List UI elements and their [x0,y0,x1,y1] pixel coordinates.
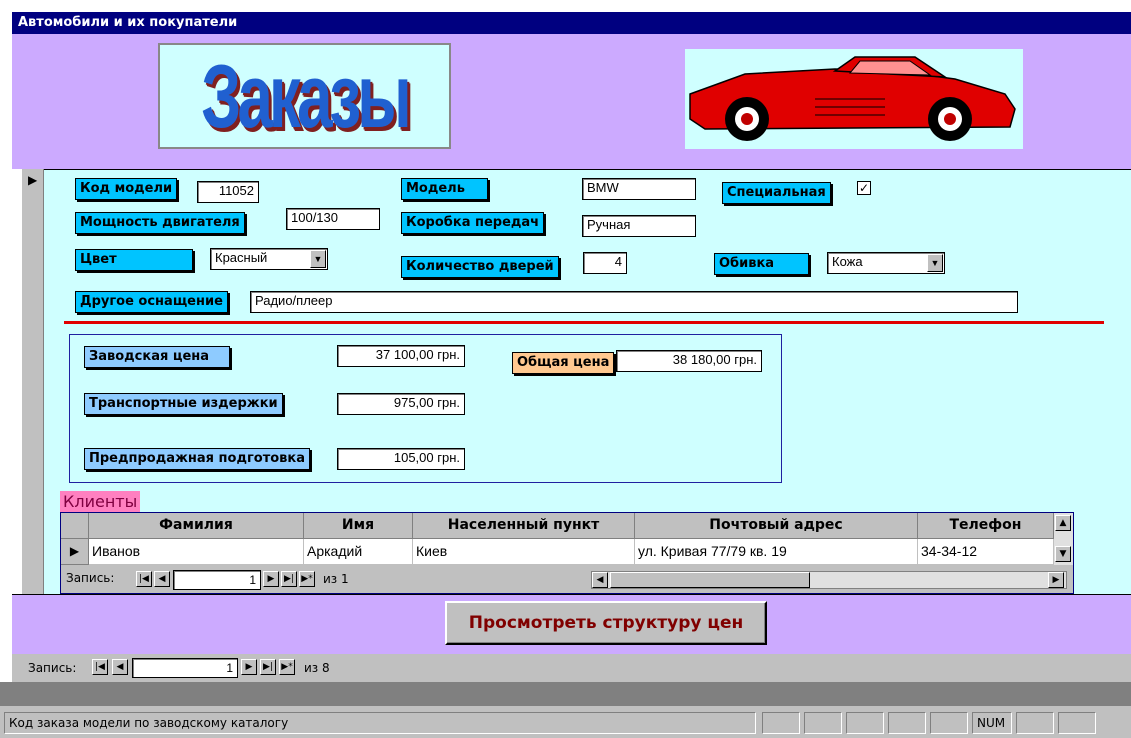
color-dropdown-button[interactable]: ▼ [310,250,326,268]
subform-record-number[interactable]: 1 [173,570,261,590]
gearbox-label: Коробка передач [401,212,545,234]
main-last-record-button[interactable]: ▶| [260,659,276,675]
scroll-right-button[interactable]: ▶ [1048,572,1064,588]
special-label: Специальная [722,182,831,204]
factory-price-field[interactable]: 37 100,00 грн. [337,345,465,367]
column-header[interactable]: Телефон [918,513,1054,539]
current-record-icon: ▶ [28,173,38,187]
logo-text: Заказы [201,45,412,147]
status-bar: Код заказа модели по заводскому каталогу… [0,706,1131,738]
column-header[interactable]: Фамилия [89,513,304,539]
presale-prep-field[interactable]: 105,00 грн. [337,448,465,470]
main-record-count: из 8 [304,661,330,675]
grid-corner [61,513,89,539]
clients-title: Клиенты [60,491,141,513]
horizontal-scrollbar[interactable]: ◀ ▶ [591,571,1067,589]
color-dropdown[interactable]: Красный ▼ [210,248,328,270]
main-next-record-button[interactable]: ▶ [241,659,257,675]
vertical-scrollbar[interactable]: ▲ ▼ [1054,513,1073,565]
total-price-field[interactable]: 38 180,00 грн. [616,350,762,372]
gearbox-field[interactable]: Ручная [582,215,696,237]
engine-power-label: Мощность двигателя [75,212,245,234]
presale-prep-label: Предпродажная подготовка [84,448,310,470]
prev-record-button[interactable]: ◀ [154,571,170,587]
special-checkbox[interactable]: ✓ [857,181,871,195]
first-record-button[interactable]: |◀ [136,571,152,587]
main-first-record-button[interactable]: |◀ [92,659,108,675]
main-record-navigator: Запись: |◀ ◀ 1 ▶ ▶| ▶* из 8 [12,654,1131,682]
upholstery-value: Кожа [832,254,863,269]
status-panel [804,712,842,734]
mdi-background [0,682,1131,706]
status-message: Код заказа модели по заводскому каталогу [4,712,756,734]
doors-field[interactable]: 4 [583,252,627,274]
doors-label: Количество дверей [401,256,559,278]
clients-datasheet: Фамилия Имя Населенный пункт Почтовый ад… [60,512,1074,594]
cell-phone[interactable]: 34-34-12 [918,539,1054,565]
orders-logo: Заказы [158,43,451,149]
upholstery-label: Обивка [714,253,809,275]
car-icon [689,56,1016,141]
view-price-structure-button[interactable]: Просмотреть структуру цен [445,601,767,645]
new-record-button[interactable]: ▶* [299,571,315,587]
model-code-field[interactable]: 11052 [197,181,259,203]
subform-record-label: Запись: [66,571,115,585]
model-field[interactable]: BMW [582,178,696,200]
column-header[interactable]: Почтовый адрес [635,513,918,539]
upholstery-dropdown-button[interactable]: ▼ [927,254,943,272]
model-label: Модель [401,178,488,200]
status-panel [762,712,800,734]
last-record-button[interactable]: ▶| [281,571,297,587]
cell-firstname[interactable]: Аркадий [304,539,413,565]
cell-address[interactable]: ул. Кривая 77/79 кв. 19 [635,539,918,565]
left-margin [0,0,12,696]
engine-power-field[interactable]: 100/130 [286,208,380,230]
next-record-button[interactable]: ▶ [263,571,279,587]
cell-lastname[interactable]: Иванов [89,539,304,565]
cell-city[interactable]: Киев [413,539,635,565]
separator-line [64,321,1104,324]
column-header[interactable]: Имя [304,513,413,539]
other-equipment-field[interactable]: Радио/плеер [250,291,1018,313]
status-panel [888,712,926,734]
upholstery-dropdown[interactable]: Кожа ▼ [827,252,945,274]
status-panel [846,712,884,734]
other-equipment-label: Другое оснащение [75,291,228,313]
row-selector[interactable]: ▶ [61,539,89,565]
factory-price-label: Заводская цена [84,346,230,368]
color-value: Красный [215,250,268,265]
total-price-label: Общая цена [512,352,615,374]
scroll-thumb[interactable] [610,572,810,588]
status-panel [930,712,968,734]
main-prev-record-button[interactable]: ◀ [112,659,128,675]
transport-costs-field[interactable]: 975,00 грн. [337,393,465,415]
status-num-indicator: NUM [972,712,1012,734]
status-panel [1058,712,1096,734]
scroll-down-button[interactable]: ▼ [1055,546,1071,562]
table-row[interactable]: ▶ Иванов Аркадий Киев ул. Кривая 77/79 к… [61,539,1073,565]
record-selector[interactable]: ▶ [22,169,44,594]
car-image [685,49,1023,149]
column-header[interactable]: Населенный пункт [413,513,635,539]
scroll-left-button[interactable]: ◀ [592,572,608,588]
color-label: Цвет [75,249,193,271]
main-record-label: Запись: [28,661,77,675]
main-new-record-button[interactable]: ▶* [279,659,295,675]
model-code-label: Код модели [75,178,178,200]
main-record-number[interactable]: 1 [132,658,238,678]
status-panel [1016,712,1054,734]
transport-costs-label: Транспортные издержки [84,393,283,415]
scroll-up-button[interactable]: ▲ [1055,515,1071,531]
subform-record-count: из 1 [323,572,349,586]
